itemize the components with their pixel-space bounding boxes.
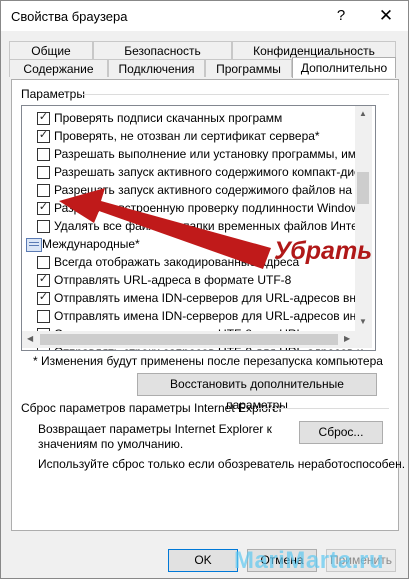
- tab-programs[interactable]: Программы: [205, 59, 292, 77]
- setting-row[interactable]: Разрешать запуск активного содержимого к…: [22, 163, 360, 181]
- checkbox[interactable]: ✓: [37, 111, 50, 125]
- vertical-scrollbar[interactable]: ▲ ▼: [355, 106, 372, 348]
- setting-row[interactable]: ✓ Отправлять URL-адреса в формате UTF-8: [22, 271, 355, 289]
- checkbox[interactable]: [37, 220, 50, 233]
- setting-row[interactable]: ✓ Отправлять имена IDN-серверов для URL-а…: [22, 289, 363, 307]
- settings-listbox[interactable]: ✓ Проверять подписи скачанных программ ✓ Пр…: [21, 105, 376, 351]
- category-label: Международные*: [42, 237, 140, 251]
- ok-button[interactable]: OK: [168, 549, 238, 572]
- category-icon: [26, 238, 42, 252]
- setting-label: Разрешать выполнение или установку прогр…: [54, 147, 372, 161]
- checkbox[interactable]: [37, 184, 50, 197]
- scroll-left-icon[interactable]: ◀: [27, 334, 33, 343]
- setting-label: Отправлять имена IDN-серверов для URL-ад…: [54, 291, 363, 305]
- annotation-label: Убрать: [274, 237, 373, 265]
- setting-label: Разрешить встроенную проверку подлинност…: [54, 201, 360, 215]
- checkbox[interactable]: ✓: [37, 273, 50, 287]
- restore-defaults-button[interactable]: Восстановить дополнительные параметры: [137, 373, 377, 412]
- setting-row[interactable]: Разрешать запуск активного содержимого ф…: [22, 181, 364, 199]
- checkmark-icon: ✓: [38, 273, 49, 285]
- reset-hint: Используйте сброс только если обозревате…: [38, 457, 406, 471]
- checkbox[interactable]: [37, 148, 50, 161]
- window-title: Свойства браузера: [11, 9, 128, 24]
- checkbox[interactable]: ✓: [37, 129, 50, 143]
- params-group-divider: [83, 94, 389, 95]
- setting-label: Разрешать запуск активного содержимого к…: [54, 165, 361, 179]
- setting-label: Проверять подписи скачанных программ: [54, 111, 283, 125]
- reset-group-heading: Сброс параметров параметры Internet Expl…: [21, 401, 283, 415]
- tab-general[interactable]: Общие: [9, 41, 93, 59]
- setting-row[interactable]: ✓ Проверять, не отозван ли сертификат сер…: [22, 127, 355, 145]
- checkmark-icon: ✓: [38, 111, 49, 123]
- checkbox[interactable]: [37, 256, 50, 269]
- setting-row[interactable]: Удалять все файлы из папки временных фай…: [22, 217, 365, 235]
- setting-label: Отправлять имена IDN-серверов для URL-ад…: [54, 309, 369, 323]
- setting-row[interactable]: ✓ Разрешить встроенную проверку подлиннос…: [22, 199, 360, 217]
- setting-label: Всегда отображать закодированные адреса: [54, 255, 300, 269]
- scroll-down-icon[interactable]: ▼: [359, 317, 367, 326]
- checkbox[interactable]: ✓: [37, 201, 50, 215]
- title-bar: Свойства браузера ? ✕: [1, 1, 408, 31]
- reset-group-divider: [257, 408, 389, 409]
- scroll-up-icon[interactable]: ▲: [359, 109, 367, 118]
- tab-advanced[interactable]: Дополнительно: [292, 57, 396, 78]
- help-icon[interactable]: ?: [326, 3, 356, 29]
- tab-security[interactable]: Безопасность: [93, 41, 232, 59]
- checkmark-icon: ✓: [38, 291, 49, 303]
- setting-label: Удалять все файлы из папки временных фай…: [54, 219, 365, 233]
- vertical-scroll-thumb[interactable]: [357, 172, 369, 204]
- watermark: MariMarta.ru: [234, 547, 385, 574]
- setting-label: Разрешать запуск активного содержимого ф…: [54, 183, 364, 197]
- checkbox[interactable]: ✓: [37, 291, 50, 305]
- setting-row[interactable]: Разрешать выполнение или установку прогр…: [22, 145, 372, 163]
- close-icon[interactable]: ✕: [371, 3, 401, 29]
- tab-connections[interactable]: Подключения: [108, 59, 205, 77]
- checkmark-icon: ✓: [38, 129, 49, 141]
- restart-note: * Изменения будут применены после переза…: [33, 354, 383, 368]
- params-group-label: Параметры: [21, 87, 85, 101]
- setting-label: Проверять, не отозван ли сертификат серв…: [54, 129, 320, 143]
- scroll-right-icon[interactable]: ▶: [344, 334, 350, 343]
- scrollbar-corner: [355, 331, 372, 348]
- horizontal-scroll-thumb[interactable]: [40, 334, 338, 345]
- tab-content[interactable]: Содержание: [9, 59, 108, 77]
- checkbox[interactable]: [37, 166, 50, 179]
- checkmark-icon: ✓: [38, 201, 49, 213]
- reset-description: Возвращает параметры Internet Explorer к…: [38, 422, 272, 451]
- setting-label: Отправлять URL-адреса в формате UTF-8: [54, 273, 292, 287]
- setting-row[interactable]: ✓ Проверять подписи скачанных программ: [22, 109, 355, 127]
- horizontal-scrollbar[interactable]: ◀ ▶: [22, 331, 355, 348]
- reset-button[interactable]: Сброс...: [299, 421, 383, 444]
- setting-row[interactable]: Отправлять имена IDN-серверов для URL-ад…: [22, 307, 368, 325]
- browser-properties-dialog: Свойства браузера ? ✕ Общие Безопасность…: [0, 0, 409, 579]
- checkbox[interactable]: [37, 310, 50, 323]
